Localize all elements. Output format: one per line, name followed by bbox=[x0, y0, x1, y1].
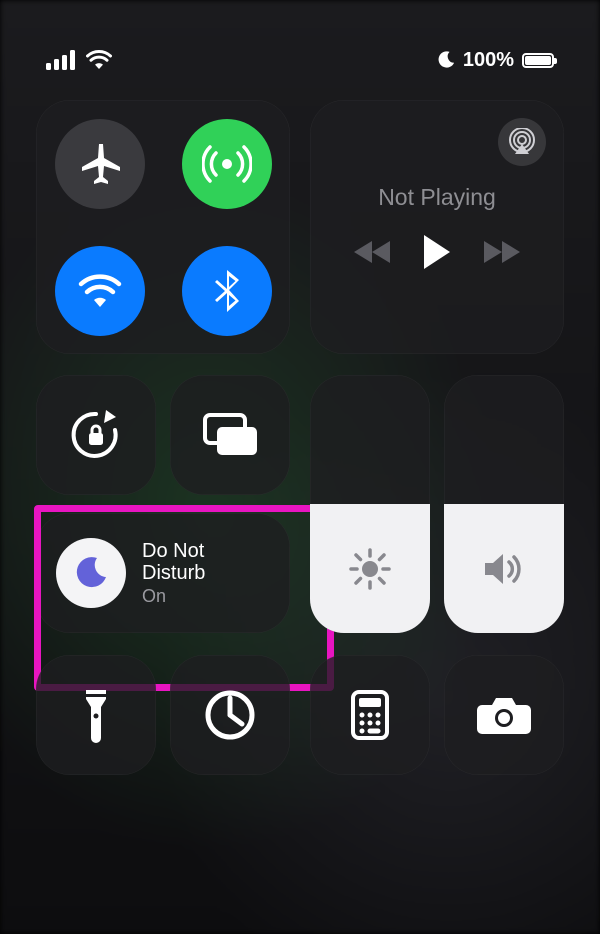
moon-icon bbox=[73, 555, 109, 591]
media-panel[interactable]: Not Playing bbox=[310, 100, 564, 354]
airplane-icon bbox=[77, 141, 123, 187]
play-icon[interactable] bbox=[424, 235, 450, 269]
wifi-status-icon bbox=[86, 50, 112, 70]
wifi-icon bbox=[75, 271, 125, 311]
airplay-icon bbox=[508, 128, 536, 156]
orientation-lock-button[interactable] bbox=[36, 375, 156, 495]
speaker-icon bbox=[481, 550, 527, 588]
forward-icon[interactable] bbox=[482, 239, 522, 265]
moon-status-icon bbox=[437, 51, 455, 69]
flashlight-button[interactable] bbox=[36, 655, 156, 775]
dnd-status: On bbox=[142, 586, 205, 607]
timer-button[interactable] bbox=[170, 655, 290, 775]
screen-mirroring-button[interactable] bbox=[170, 375, 290, 495]
status-bar: 100% bbox=[36, 0, 564, 80]
bluetooth-icon bbox=[212, 268, 242, 314]
cellular-data-button[interactable] bbox=[182, 119, 272, 209]
orientation-lock-icon bbox=[66, 405, 126, 465]
dnd-title: Do Not Disturb bbox=[142, 540, 205, 584]
flashlight-icon bbox=[81, 686, 111, 744]
screen-mirroring-icon bbox=[201, 411, 259, 459]
airplane-mode-button[interactable] bbox=[55, 119, 145, 209]
volume-slider[interactable] bbox=[444, 375, 564, 633]
brightness-slider[interactable] bbox=[310, 375, 430, 633]
calculator-button[interactable] bbox=[310, 655, 430, 775]
calculator-icon bbox=[350, 689, 390, 741]
brightness-icon bbox=[348, 547, 392, 591]
battery-percentage: 100% bbox=[463, 49, 514, 72]
do-not-disturb-button[interactable]: Do Not Disturb On bbox=[36, 513, 290, 633]
timer-icon bbox=[203, 688, 257, 742]
media-title: Not Playing bbox=[378, 184, 496, 211]
cellular-antenna-icon bbox=[202, 139, 252, 189]
battery-icon bbox=[522, 53, 554, 68]
signal-bars-icon bbox=[46, 50, 76, 70]
rewind-icon[interactable] bbox=[352, 239, 392, 265]
wifi-button[interactable] bbox=[55, 246, 145, 336]
bluetooth-button[interactable] bbox=[182, 246, 272, 336]
connectivity-panel[interactable] bbox=[36, 100, 290, 354]
camera-icon bbox=[476, 693, 532, 737]
camera-button[interactable] bbox=[444, 655, 564, 775]
airplay-button[interactable] bbox=[498, 118, 546, 166]
